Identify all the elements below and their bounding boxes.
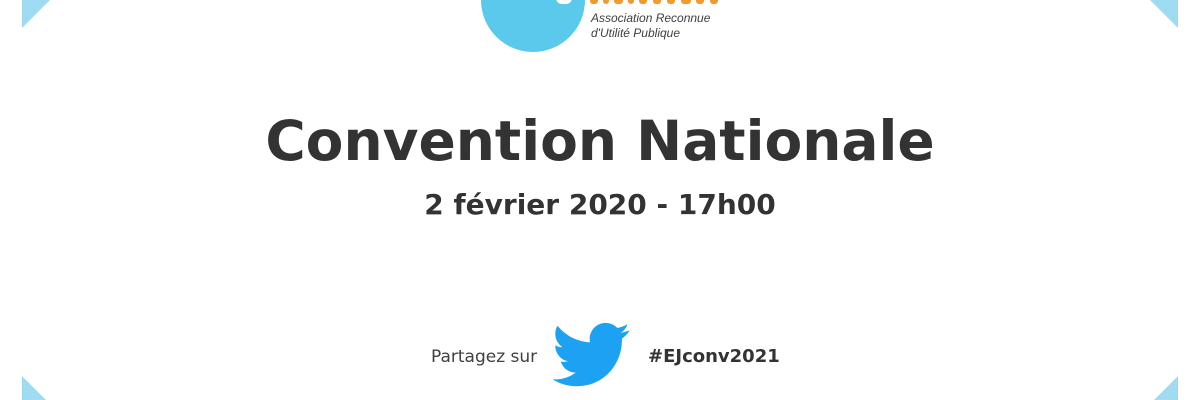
association-line-1: Association Reconnue <box>591 11 711 25</box>
logo-wordmark-fragment <box>590 0 718 6</box>
association-line-2: d'Utilité Publique <box>591 26 681 40</box>
logo-circle <box>481 0 585 52</box>
association-status: Association Reconnue d'Utilité Publique <box>591 11 710 41</box>
event-datetime: 2 février 2020 - 17h00 <box>424 188 776 221</box>
event-title: Convention Nationale <box>265 109 935 173</box>
event-hashtag[interactable]: #EJconv2021 <box>648 344 780 370</box>
slide-canvas: Association Reconnue d'Utilité Publique … <box>0 0 1200 400</box>
corner-triangle-bottom-left <box>22 376 46 400</box>
corner-triangle-top-right <box>1150 0 1178 28</box>
twitter-bird-icon[interactable] <box>553 322 631 388</box>
share-label: Partagez sur <box>431 347 538 367</box>
corner-triangle-bottom-right <box>1154 376 1178 400</box>
corner-triangle-top-left <box>22 0 50 28</box>
